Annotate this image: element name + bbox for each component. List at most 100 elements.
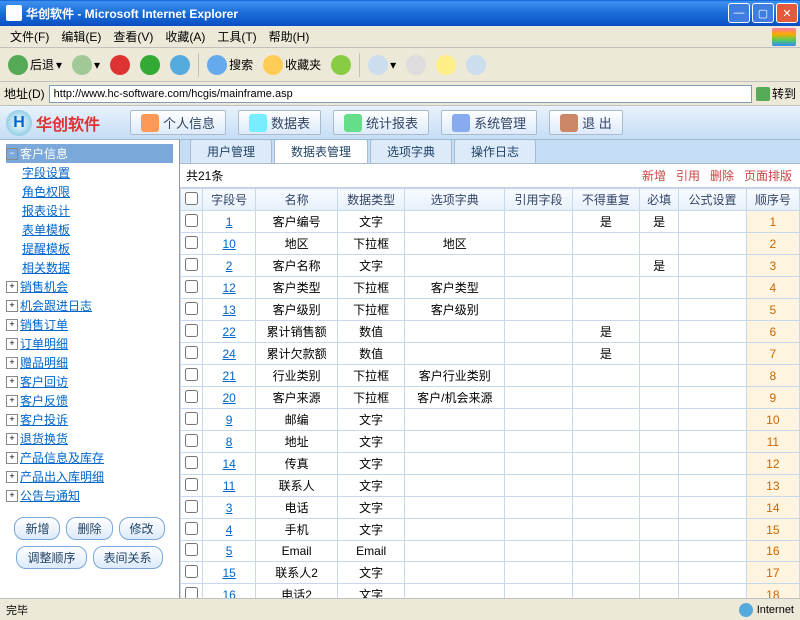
tree-item[interactable]: 表单模板 (6, 220, 173, 239)
col-header[interactable]: 字段号 (203, 189, 256, 211)
tree-item[interactable]: + 赠品明细 (6, 353, 173, 372)
tree-item[interactable]: + 订单明细 (6, 334, 173, 353)
minimize-button[interactable]: — (728, 3, 750, 23)
row-checkbox[interactable] (185, 324, 198, 337)
tab-tables[interactable]: 数据表管理 (274, 140, 368, 163)
col-header[interactable]: 必填 (640, 189, 679, 211)
tab-users[interactable]: 用户管理 (190, 140, 272, 163)
col-checkbox[interactable] (181, 189, 203, 211)
tree-item[interactable]: 角色权限 (6, 182, 173, 201)
messenger-button[interactable] (462, 53, 490, 77)
sidebar-pill[interactable]: 表间关系 (93, 546, 163, 569)
sidebar-pill[interactable]: 删除 (66, 517, 112, 540)
favorites-button[interactable]: 收藏夹 (259, 53, 325, 77)
tab-dict[interactable]: 选项字典 (370, 140, 452, 163)
field-num-link[interactable]: 2 (226, 259, 233, 273)
nav-report[interactable]: 统计报表 (333, 110, 429, 135)
tree-item[interactable]: + 产品出入库明细 (6, 467, 173, 486)
row-checkbox[interactable] (185, 456, 198, 469)
tree-item[interactable]: + 销售订单 (6, 315, 173, 334)
col-header[interactable]: 名称 (256, 189, 338, 211)
tree-item[interactable]: + 产品信息及库存 (6, 448, 173, 467)
row-checkbox[interactable] (185, 346, 198, 359)
field-num-link[interactable]: 9 (226, 413, 233, 427)
row-checkbox[interactable] (185, 368, 198, 381)
nav-system[interactable]: 系统管理 (441, 110, 537, 135)
search-button[interactable]: 搜索 (203, 53, 257, 77)
mail-button[interactable]: ▾ (364, 53, 400, 77)
row-checkbox[interactable] (185, 500, 198, 513)
row-checkbox[interactable] (185, 236, 198, 249)
col-header[interactable]: 数据类型 (337, 189, 404, 211)
row-checkbox[interactable] (185, 478, 198, 491)
field-num-link[interactable]: 20 (222, 391, 235, 405)
row-checkbox[interactable] (185, 412, 198, 425)
sidebar-pill[interactable]: 调整顺序 (16, 546, 86, 569)
field-num-link[interactable]: 10 (222, 237, 235, 251)
row-checkbox[interactable] (185, 565, 198, 578)
field-num-link[interactable]: 3 (226, 501, 233, 515)
row-checkbox[interactable] (185, 302, 198, 315)
tree-item[interactable]: + 退货换货 (6, 429, 173, 448)
row-checkbox[interactable] (185, 434, 198, 447)
field-num-link[interactable]: 4 (226, 523, 233, 537)
stop-button[interactable] (106, 53, 134, 77)
row-checkbox[interactable] (185, 280, 198, 293)
history-button[interactable] (327, 53, 355, 77)
col-header[interactable]: 不得重复 (572, 189, 639, 211)
tree-selected[interactable]: − 客户信息 (6, 144, 173, 163)
row-checkbox[interactable] (185, 587, 198, 599)
field-num-link[interactable]: 16 (222, 588, 235, 599)
menu-help[interactable]: 帮助(H) (263, 26, 316, 47)
tree-item[interactable]: + 机会跟进日志 (6, 296, 173, 315)
field-num-link[interactable]: 8 (226, 435, 233, 449)
action-del[interactable]: 删除 (708, 167, 736, 184)
row-checkbox[interactable] (185, 522, 198, 535)
tree-item[interactable]: + 客户回访 (6, 372, 173, 391)
menu-favorites[interactable]: 收藏(A) (159, 26, 211, 47)
row-checkbox[interactable] (185, 390, 198, 403)
col-header[interactable]: 引用字段 (505, 189, 572, 211)
close-button[interactable]: ✕ (776, 3, 798, 23)
tree-item[interactable]: + 客户反馈 (6, 391, 173, 410)
col-header[interactable]: 顺序号 (746, 189, 799, 211)
tree-item[interactable]: + 销售机会 (6, 277, 173, 296)
action-ref[interactable]: 引用 (674, 167, 702, 184)
col-header[interactable]: 选项字典 (405, 189, 505, 211)
row-checkbox[interactable] (185, 214, 198, 227)
maximize-button[interactable]: ▢ (752, 3, 774, 23)
field-num-link[interactable]: 12 (222, 281, 235, 295)
menu-file[interactable]: 文件(F) (4, 26, 55, 47)
row-checkbox[interactable] (185, 258, 198, 271)
field-num-link[interactable]: 22 (222, 325, 235, 339)
tree-item[interactable]: + 客户投诉 (6, 410, 173, 429)
col-header[interactable]: 公式设置 (679, 189, 746, 211)
tab-log[interactable]: 操作日志 (454, 140, 536, 163)
field-num-link[interactable]: 21 (222, 369, 235, 383)
field-num-link[interactable]: 14 (222, 457, 235, 471)
print-button[interactable] (402, 53, 430, 77)
tree-item[interactable]: 相关数据 (6, 258, 173, 277)
tree-item[interactable]: 报表设计 (6, 201, 173, 220)
action-add[interactable]: 新增 (640, 167, 668, 184)
field-num-link[interactable]: 15 (222, 566, 235, 580)
menu-edit[interactable]: 编辑(E) (55, 26, 107, 47)
nav-data[interactable]: 数据表 (238, 110, 321, 135)
row-checkbox[interactable] (185, 543, 198, 556)
sidebar-pill[interactable]: 修改 (119, 517, 165, 540)
address-input[interactable] (49, 85, 752, 103)
back-button[interactable]: 后退 ▾ (4, 53, 66, 77)
go-button[interactable]: 转到 (756, 85, 796, 102)
forward-button[interactable]: ▾ (68, 53, 104, 77)
tree-item[interactable]: 字段设置 (6, 163, 173, 182)
nav-exit[interactable]: 退 出 (549, 110, 623, 135)
home-button[interactable] (166, 53, 194, 77)
refresh-button[interactable] (136, 53, 164, 77)
tree-item[interactable]: + 公告与通知 (6, 486, 173, 505)
field-num-link[interactable]: 13 (222, 303, 235, 317)
edit-button[interactable] (432, 53, 460, 77)
tree-item[interactable]: 提醒模板 (6, 239, 173, 258)
sidebar-pill[interactable]: 新增 (14, 517, 60, 540)
menu-tools[interactable]: 工具(T) (211, 26, 262, 47)
field-num-link[interactable]: 24 (222, 347, 235, 361)
